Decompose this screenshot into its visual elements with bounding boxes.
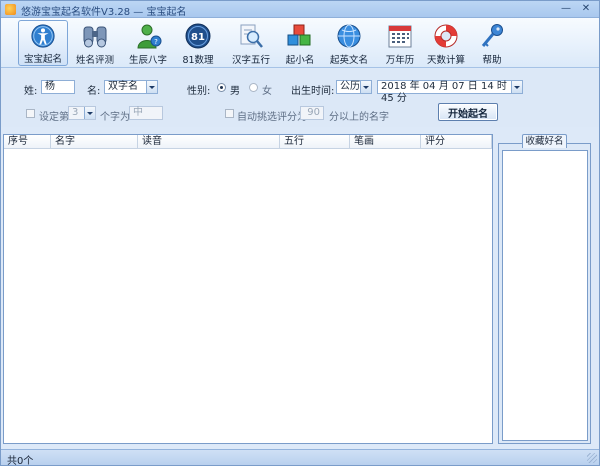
svg-text:81: 81 xyxy=(191,32,205,43)
tool-nickname[interactable]: 起小名 xyxy=(275,20,325,66)
min-score-input[interactable]: 90 xyxy=(300,106,324,120)
calendar-type-value: 公历 xyxy=(340,81,360,92)
title-bar: 悠游宝宝起名软件V3.28 — 宝宝起名 — ✕ xyxy=(1,1,599,18)
favorites-tab[interactable]: 收藏好名 xyxy=(522,134,567,148)
results-table[interactable]: 序号 名字 读音 五行 笔画 评分 xyxy=(3,134,493,444)
score-suffix-label: 分以上的名字 xyxy=(329,112,389,123)
chevron-down-icon xyxy=(146,81,157,93)
set-nth-char-checkbox[interactable] xyxy=(26,109,35,118)
window-title: 悠游宝宝起名软件V3.28 — 宝宝起名 xyxy=(21,7,187,18)
tool-hanzi-wuxing[interactable]: 汉字五行 xyxy=(226,20,276,66)
column-header-score[interactable]: 评分 xyxy=(421,135,492,149)
magnifier-icon xyxy=(240,24,263,48)
tool-baby-naming[interactable]: 宝宝起名 xyxy=(18,20,68,66)
gender-female-radio[interactable] xyxy=(249,83,258,92)
nth-position-value: 3 xyxy=(72,107,79,118)
column-header-name[interactable]: 名字 xyxy=(51,135,138,149)
start-naming-label: 开始起名 xyxy=(448,108,488,120)
result-count: 共0个 xyxy=(7,456,34,466)
main-toolbar: 宝宝起名 姓名评测 ? 生辰八字 81 81数理 汉字五行 起小名 起英文名 万… xyxy=(1,18,599,68)
tool-label: 生辰八字 xyxy=(128,55,167,66)
birth-datetime-picker[interactable]: 2018 年 04 月 07 日 14 时 45 分 xyxy=(377,80,523,104)
calendar-type-select[interactable]: 公历 xyxy=(336,80,372,94)
tool-label: 起英文名 xyxy=(329,55,368,66)
surname-input[interactable]: 杨 xyxy=(41,80,75,94)
baby-icon xyxy=(31,24,55,48)
tool-label: 天数计算 xyxy=(426,55,465,66)
gender-male-radio[interactable] xyxy=(217,83,226,92)
auto-pick-checkbox[interactable] xyxy=(225,109,234,118)
table-header: 序号 名字 读音 五行 笔画 评分 xyxy=(4,135,492,149)
number-81-icon: 81 xyxy=(185,23,211,49)
tool-name-test[interactable]: 姓名评测 xyxy=(70,20,120,66)
nth-suffix-label: 个字为 xyxy=(100,112,130,123)
globe-icon xyxy=(337,24,361,48)
min-score-value: 90 xyxy=(307,107,320,118)
tool-birth-bazi[interactable]: ? 生辰八字 xyxy=(123,20,173,66)
auto-pick-label: 自动挑选评分为 xyxy=(237,112,307,123)
chevron-down-icon xyxy=(360,81,371,93)
tool-english-name[interactable]: 起英文名 xyxy=(324,20,374,66)
tool-label: 起小名 xyxy=(285,55,315,66)
column-header-index[interactable]: 序号 xyxy=(4,135,51,149)
naming-options-panel: 姓: 杨 名: 双字名 性别: 男 女 出生时间: 公历 2018 年 04 月… xyxy=(1,69,599,127)
tool-label: 万年历 xyxy=(385,55,415,66)
calendar-icon xyxy=(388,25,412,48)
nth-char-value: 中 xyxy=(133,107,143,118)
app-logo-icon xyxy=(5,4,16,15)
binoculars-icon xyxy=(83,26,107,48)
nth-char-input[interactable]: 中 xyxy=(129,106,163,120)
tool-help[interactable]: 帮助 xyxy=(467,20,517,66)
minimize-button[interactable]: — xyxy=(557,2,575,16)
gender-male-label: 男 xyxy=(230,86,240,97)
chevron-down-icon xyxy=(511,81,522,93)
name-type-value: 双字名 xyxy=(108,81,138,92)
tool-label: 帮助 xyxy=(482,55,502,66)
resize-grip-icon[interactable] xyxy=(587,453,597,463)
chevron-down-icon xyxy=(84,107,95,119)
gender-female-label: 女 xyxy=(262,86,272,97)
lifebuoy-icon xyxy=(434,24,458,48)
tool-perpetual-calendar[interactable]: 万年历 xyxy=(375,20,425,66)
nth-position-select[interactable]: 3 xyxy=(68,106,96,120)
tool-81-numerology[interactable]: 81 81数理 xyxy=(173,20,223,66)
tool-label: 姓名评测 xyxy=(75,55,114,66)
surname-value: 杨 xyxy=(45,81,55,92)
tool-label: 宝宝起名 xyxy=(23,54,62,65)
column-header-pronunciation[interactable]: 读音 xyxy=(138,135,280,149)
set-nth-label: 设定第 xyxy=(39,112,69,123)
surname-label: 姓: xyxy=(24,86,38,97)
cubes-icon xyxy=(287,24,311,46)
gender-label: 性别: xyxy=(187,86,211,97)
app-window: 悠游宝宝起名软件V3.28 — 宝宝起名 — ✕ 宝宝起名 姓名评测 ? 生辰八… xyxy=(0,0,600,466)
column-header-wuxing[interactable]: 五行 xyxy=(280,135,350,149)
close-button[interactable]: ✕ xyxy=(577,2,595,16)
svg-text:?: ? xyxy=(154,38,158,46)
birth-datetime-value: 2018 年 04 月 07 日 14 时 45 分 xyxy=(381,81,507,104)
key-icon xyxy=(481,24,503,47)
start-naming-button[interactable]: 开始起名 xyxy=(438,103,498,121)
column-header-strokes[interactable]: 笔画 xyxy=(350,135,421,149)
tool-label: 81数理 xyxy=(182,55,214,66)
name-type-label: 名: xyxy=(87,86,101,97)
tool-label: 汉字五行 xyxy=(231,55,270,66)
name-type-select[interactable]: 双字名 xyxy=(104,80,158,94)
tool-day-count[interactable]: 天数计算 xyxy=(421,20,471,66)
birth-time-label: 出生时间: xyxy=(291,86,335,97)
favorites-list[interactable] xyxy=(502,150,588,441)
person-icon: ? xyxy=(137,24,162,49)
status-bar: 共0个 xyxy=(1,449,599,466)
